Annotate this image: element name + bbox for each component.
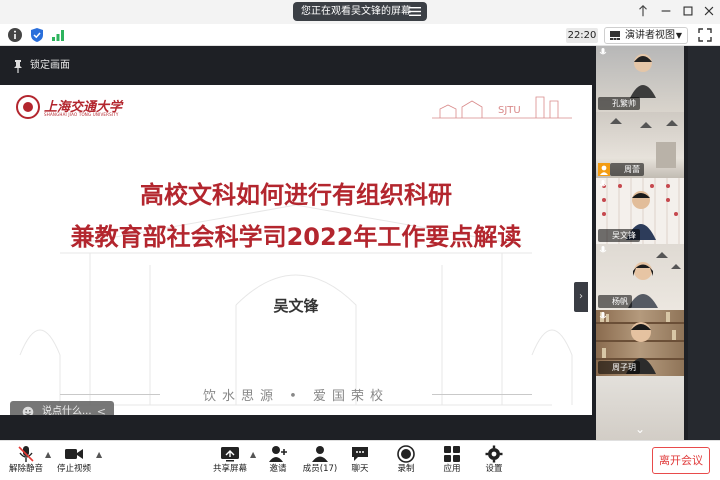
quick-chat-placeholder: 说点什么... [42,406,92,415]
apps-grid-icon [444,446,460,462]
gate-sketch-icon: SJTU [432,96,572,119]
stop-video-label: 停止视频 [56,464,91,474]
slide-title-line-1: 高校文科如何进行有组织科研 [140,181,452,209]
grid-view-icon [610,31,620,40]
participant-name: 孔繁帅 [598,97,640,110]
smile-icon[interactable] [22,406,34,415]
meeting-controls: 解除静音 ▲ 停止视频 ▲ 共享屏幕 ▲ 邀请 成员(17) 聊天 录制 应用 … [0,440,720,480]
quick-chat-input[interactable]: 说点什么... < [10,401,114,415]
participant-tile[interactable]: 周蕾 [596,112,684,178]
avatar-placeholder-icon [598,163,610,176]
apps-button[interactable]: 应用 [428,443,476,479]
slide-author: 吴文锋 [273,297,319,315]
settings-label: 设置 [485,464,503,474]
meeting-clock: 22:20 [566,28,598,43]
fullscreen-icon[interactable] [698,28,712,42]
record-label: 录制 [397,464,415,474]
presentation-slide: 上海交通大学 SHANGHAI JIAO TONG UNIVERSITY SJT… [0,85,592,415]
video-camera-icon [65,449,83,459]
window-titlebar: 您正在观看吴文锋的屏幕 [0,0,720,24]
lock-view-button[interactable]: 锁定画面 [8,56,70,76]
pin-icon [14,60,22,73]
info-icon[interactable] [7,27,23,43]
chevron-down-icon: ▼ [675,31,682,40]
mic-icon [599,48,607,55]
members-icon [312,446,328,462]
settings-button[interactable]: 设置 [470,443,518,479]
participant-name: 周蕾 [610,163,644,176]
gallery-side-panel [688,46,720,440]
signal-strength-icon[interactable] [50,27,66,43]
video-options-chevron-icon[interactable]: ▲ [96,450,102,459]
view-mode-label: 演讲者视图 [625,30,675,41]
participant-tile[interactable]: 杨帆 [596,244,684,310]
chat-label: 聊天 [351,464,369,474]
gallery-collapse-tab[interactable]: › [574,282,588,312]
participant-name: 吴文锋 [598,229,640,242]
chat-button[interactable]: 聊天 [336,443,384,479]
record-icon [397,445,415,463]
close-icon[interactable] [701,4,717,20]
invite-button[interactable]: 邀请 [254,443,302,479]
leave-meeting-button[interactable]: 离开会议 [652,447,710,474]
stop-video-button[interactable]: 停止视频 [50,443,98,479]
mic-muted-icon [18,446,34,462]
logo-english-name: SHANGHAI JIAO TONG UNIVERSITY [44,112,119,117]
pin-window-icon[interactable] [635,4,651,20]
maximize-icon[interactable] [680,4,696,20]
menu-icon[interactable] [408,6,422,17]
university-logo: 上海交通大学 SHANGHAI JIAO TONG UNIVERSITY [14,93,124,123]
apps-label: 应用 [443,464,461,474]
add-user-icon [269,446,287,462]
slide-title-line-2: 兼教育部社会科学司2022年工作要点解读 [70,223,522,251]
participant-silhouette-icon [628,262,658,308]
share-screen-label: 共享屏幕 [212,464,247,474]
share-screen-icon [221,447,239,462]
participant-tile[interactable]: 孔繁帅 [596,46,684,112]
view-mode-button[interactable]: 演讲者视图 ▼ [604,27,688,44]
share-notice-text: 您正在观看吴文锋的屏幕 [301,6,411,17]
gear-icon [485,445,503,463]
share-screen-button[interactable]: 共享屏幕 [206,443,254,479]
unmute-button[interactable]: 解除静音 [2,443,50,479]
lock-view-label: 锁定画面 [30,60,70,71]
meeting-toolbar: 22:20 演讲者视图 ▼ [0,24,720,46]
participant-tile[interactable]: 吴文锋 [596,178,684,244]
gate-sketch-text: SJTU [498,105,521,116]
participant-tile[interactable]: 周子玥 [596,310,684,376]
mic-icon [599,180,607,187]
record-button[interactable]: 录制 [382,443,430,479]
unmute-label: 解除静音 [8,464,43,474]
mic-icon [599,246,607,253]
mic-icon [599,312,607,319]
participant-name: 杨帆 [598,295,632,308]
participant-name: 周子玥 [598,361,640,374]
chevron-left-icon[interactable]: < [97,401,106,415]
university-seal-icon [16,95,40,119]
participant-silhouette-icon [630,54,656,98]
minimize-icon[interactable] [658,4,674,20]
screen-share-notice[interactable]: 您正在观看吴文锋的屏幕 [293,2,427,21]
chat-icon [352,447,368,461]
gallery-scroll-down-icon[interactable]: ⌄ [620,419,660,439]
shared-screen-stage: 锁定画面 上海交通大学 SHANGHAI JIAO TONG UNIVERSIT… [0,46,592,440]
motto-divider-right [432,394,532,395]
invite-label: 邀请 [269,464,287,474]
shield-icon[interactable] [29,27,45,43]
participant-gallery: 孔繁帅 周蕾 吴文锋 杨帆 周子玥 [592,46,720,440]
